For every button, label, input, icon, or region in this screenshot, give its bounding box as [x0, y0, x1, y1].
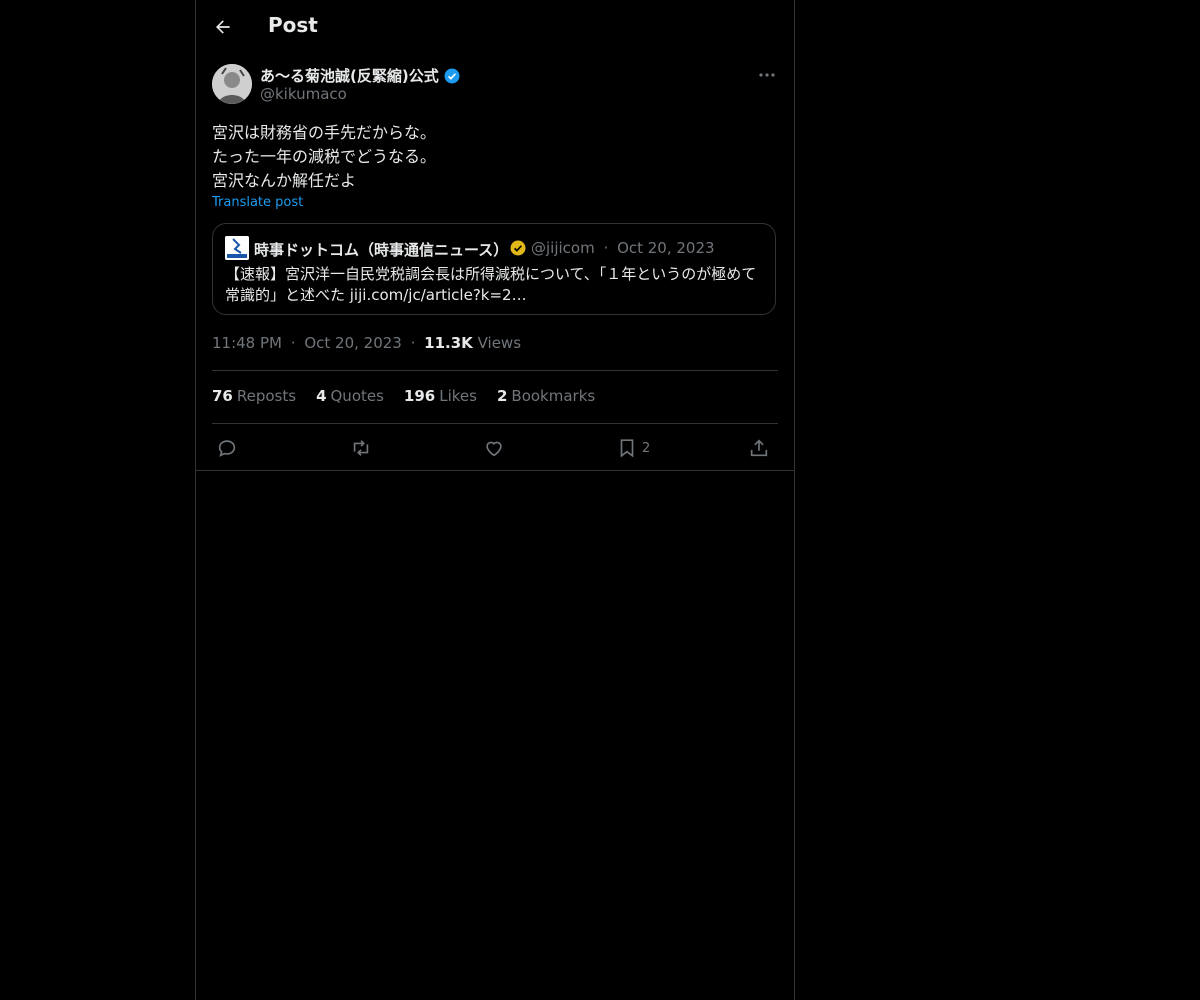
quoted-avatar [225, 236, 249, 260]
action-bar: 2 [212, 436, 778, 460]
views-count: 11.3K [424, 334, 473, 352]
quoted-text: 【速報】宮沢洋一自民党税調会長は所得減税について、「１年というのが極めて常識的」… [225, 265, 757, 304]
author-name-text: あ〜る菊池誠(反緊縮)公式 [260, 67, 439, 85]
like-button[interactable] [483, 436, 505, 460]
reposts-stat[interactable]: 76 Reposts [212, 387, 296, 405]
translate-post-link[interactable]: Translate post [212, 195, 303, 210]
post-column: Post あ〜る菊池誠(反緊縮)公式 @kikumaco 宮沢は財務省の手先だか… [195, 0, 795, 1000]
gold-verified-badge-icon [510, 240, 526, 256]
quoted-meta: @jijicom · Oct 20, 2023 [531, 239, 715, 257]
reply-button[interactable] [216, 436, 238, 460]
quoted-separator: · [603, 239, 609, 257]
heart-icon [486, 441, 502, 457]
quoted-post[interactable]: 時事ドットコム（時事通信ニュース） @jijicom · Oct 20, 202… [212, 223, 776, 315]
divider [196, 470, 794, 471]
divider [212, 423, 778, 424]
page-title: Post [268, 13, 318, 37]
share-icon [750, 439, 768, 457]
post-date[interactable]: Oct 20, 2023 [304, 334, 402, 352]
post-timestamp-meta: 11:48 PM · Oct 20, 2023 · 11.3K Views [212, 334, 521, 352]
post-text: 宮沢は財務省の手先だからな。 たった一年の減税でどうなる。 宮沢なんか解任だよ [212, 123, 437, 190]
quoted-author-name: 時事ドットコム（時事通信ニュース） [254, 241, 509, 259]
reply-icon [218, 440, 236, 457]
likes-stat[interactable]: 196 Likes [404, 387, 477, 405]
author-name[interactable]: あ〜る菊池誠(反緊縮)公式 [260, 65, 461, 86]
meta-separator: · [290, 334, 296, 352]
page-header: Post [196, 0, 794, 54]
bookmarks-stat[interactable]: 2 Bookmarks [497, 387, 595, 405]
quoted-handle: @jijicom [531, 239, 595, 257]
back-arrow-icon [216, 20, 230, 34]
post-author: あ〜る菊池誠(反緊縮)公式 @kikumaco [196, 54, 794, 106]
repost-icon [353, 440, 369, 456]
engagement-stats: 76 Reposts 4 Quotes 196 Likes 2 Bookmarks [212, 387, 595, 405]
bookmark-button[interactable]: 2 [616, 436, 650, 460]
share-button[interactable] [748, 436, 770, 460]
more-dots-icon [759, 73, 775, 77]
back-button[interactable] [210, 14, 236, 40]
verified-badge-icon [444, 68, 460, 83]
author-handle[interactable]: @kikumaco [260, 85, 347, 103]
bookmark-icon [620, 439, 634, 458]
more-options-button[interactable] [756, 68, 778, 82]
meta-separator: · [410, 334, 416, 352]
views-label: Views [477, 334, 522, 352]
quotes-stat[interactable]: 4 Quotes [316, 387, 384, 405]
quoted-date: Oct 20, 2023 [617, 239, 715, 257]
divider [212, 370, 778, 371]
post-time[interactable]: 11:48 PM [212, 334, 282, 352]
repost-button[interactable] [349, 436, 373, 460]
avatar[interactable] [212, 64, 252, 104]
bookmark-count: 2 [642, 440, 651, 456]
